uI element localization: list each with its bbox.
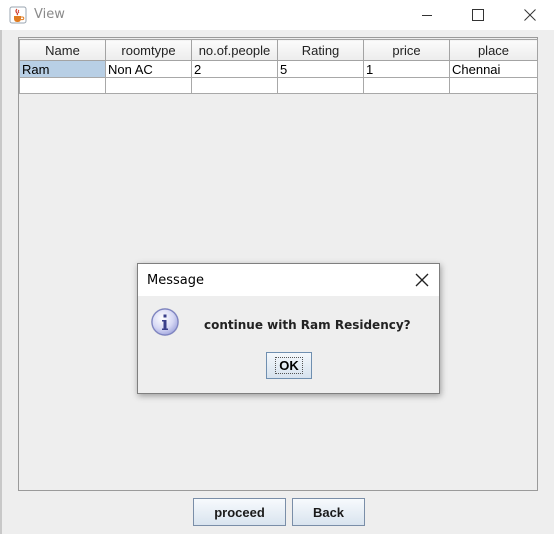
column-header-price[interactable]: price [363,39,450,61]
back-button[interactable]: Back [292,498,365,526]
column-header-rating[interactable]: Rating [277,39,364,61]
close-icon[interactable] [413,271,431,289]
column-header-roomtype[interactable]: roomtype [105,39,192,61]
table-row-empty[interactable] [19,77,538,94]
empty-cell[interactable] [19,77,106,94]
ok-button-label: OK [275,357,303,374]
empty-cell[interactable] [191,77,278,94]
view-window: View Name roomtype no.of.people Rating p… [0,0,554,534]
dialog-title-bar[interactable]: Message [138,264,439,296]
cell-roomtype[interactable]: Non AC [105,60,192,78]
dialog-title: Message [147,273,204,288]
column-header-place[interactable]: place [449,39,538,61]
empty-cell[interactable] [277,77,364,94]
title-bar[interactable]: View [0,0,554,30]
results-table: Name roomtype no.of.people Rating price … [19,39,538,94]
java-cup-icon [9,6,27,24]
empty-cell[interactable] [363,77,450,94]
message-dialog: Message continue with Ram Residency? OK [137,263,440,394]
cell-place[interactable]: Chennai [449,60,538,78]
ok-button[interactable]: OK [266,352,312,379]
cell-name[interactable]: Ram [19,60,106,78]
empty-cell[interactable] [449,77,538,94]
minimize-button[interactable] [401,0,453,30]
info-icon [151,308,179,336]
maximize-icon [472,9,484,21]
minimize-icon [422,15,432,16]
cell-people[interactable]: 2 [191,60,278,78]
column-header-people[interactable]: no.of.people [191,39,278,61]
window-left-border [0,30,2,534]
column-header-name[interactable]: Name [19,39,106,61]
close-button[interactable] [504,0,554,30]
cell-rating[interactable]: 5 [277,60,364,78]
maximize-button[interactable] [452,0,504,30]
close-icon [524,9,536,21]
table-header-row: Name roomtype no.of.people Rating price … [19,39,538,61]
empty-cell[interactable] [105,77,192,94]
cell-price[interactable]: 1 [363,60,450,78]
window-title: View [34,7,65,22]
proceed-button[interactable]: proceed [193,498,286,526]
dialog-message: continue with Ram Residency? [204,318,411,332]
table-row[interactable]: Ram Non AC 2 5 1 Chennai [19,60,538,78]
